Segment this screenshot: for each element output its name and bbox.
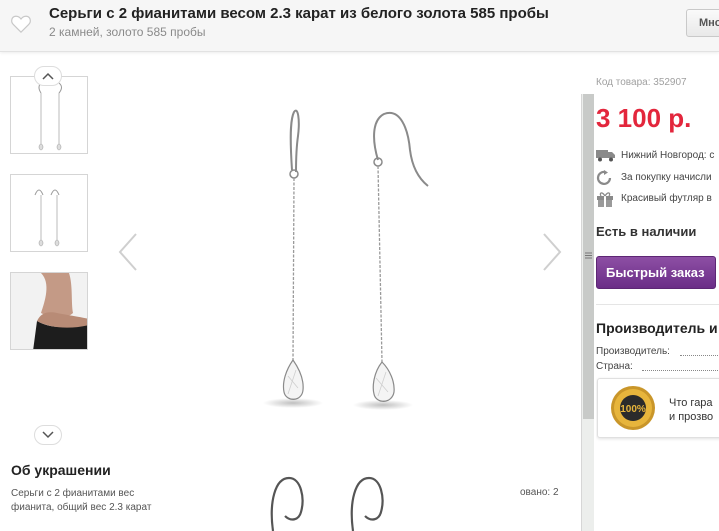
thumbnail-earrings-side[interactable] [10,174,88,252]
chevron-down-icon[interactable] [34,425,62,445]
dotted-leader [642,370,719,371]
scrollbar[interactable] [581,94,594,531]
manufacturer-row: Производитель: [596,346,719,357]
heart-icon[interactable] [10,14,32,34]
more-button[interactable]: Мно [686,9,719,37]
product-title: Серьги с 2 фианитами весом 2.3 карат из … [49,5,549,22]
product-code: Код товара: 352907 [596,77,687,88]
prev-image-arrow-icon[interactable] [116,232,140,272]
main-product-image [110,70,570,450]
secondary-product-image [270,476,384,531]
guarantee-line1: Что гара [669,397,713,409]
about-text: Серьги с 2 фианитами вес фианита, общий … [11,487,161,515]
gift-icon [597,192,613,207]
product-info-panel: Код товара: 352907 3 100 р. Нижний Новго… [596,70,719,531]
country-label: Страна: [596,361,633,372]
thumbnail-earrings-front[interactable] [10,76,88,154]
product-price: 3 100 р. [596,103,692,133]
about-title: Об украшении [11,462,111,478]
grip-icon [585,252,592,259]
about-text-line1: Серьги с 2 фианитами вес [11,488,135,499]
gift-box-text: Красивый футляр в [621,193,712,204]
about-text-right: овано: 2 [520,487,559,498]
divider [596,304,719,305]
thumbnail-model-wearing[interactable] [10,272,88,350]
seal-text: 100% [620,404,646,415]
country-row: Страна: [596,361,719,372]
next-image-arrow-icon[interactable] [540,232,564,272]
maker-title: Производитель и [596,320,718,336]
dotted-leader [680,355,719,356]
guarantee-line2: и прозво [669,411,714,423]
quick-order-button[interactable]: Быстрый заказ [596,256,716,289]
guarantee-box[interactable]: 100% Что гара и прозво [597,378,719,438]
truck-icon [596,150,615,162]
chevron-up-icon[interactable] [34,66,62,86]
manufacturer-label: Производитель: [596,346,670,357]
product-header: Серьги с 2 фианитами весом 2.3 карат из … [0,0,719,52]
delivery-text: Нижний Новгород: с [621,150,715,161]
about-text-line2: фианита, общий вес 2.3 карат [11,502,152,513]
guarantee-text: Что гара и прозво [669,396,713,424]
refresh-icon [596,170,612,185]
product-subtitle: 2 камней, золото 585 пробы [49,25,206,39]
guarantee-seal-icon: 100% [611,386,655,430]
bonus-text: За покупку начисли [621,172,712,183]
scrollbar-thumb[interactable] [583,94,594,419]
stock-status: Есть в наличии [596,224,697,239]
